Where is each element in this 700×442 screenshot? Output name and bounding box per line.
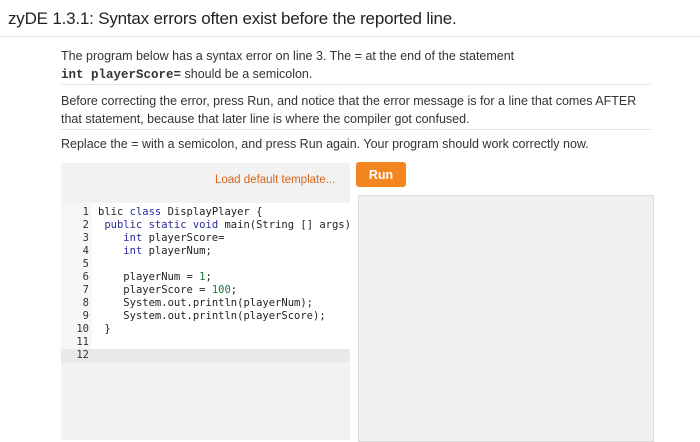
code-line[interactable]: 4 int playerNum; [61, 245, 350, 258]
code-text[interactable]: System.out.println(playerNum); [98, 297, 313, 310]
code-text[interactable]: int playerNum; [98, 245, 212, 258]
code-text[interactable]: int playerScore= [98, 232, 224, 245]
code-text[interactable]: blic class DisplayPlayer { [98, 206, 262, 219]
instructions-line-1: The program below has a syntax error on … [61, 49, 515, 63]
line-number: 4 [82, 245, 89, 257]
divider [61, 84, 651, 85]
code-line[interactable]: 12 [61, 349, 350, 362]
output-panel [358, 195, 654, 442]
divider [61, 129, 651, 130]
code-line[interactable]: 2 public static void main(String [] args… [61, 219, 364, 232]
instructions-paragraph-1: The program below has a syntax error on … [61, 47, 651, 84]
code-line[interactable]: 9 System.out.println(playerScore); [61, 310, 350, 323]
instructions-paragraph-2: Before correcting the error, press Run, … [61, 94, 637, 126]
line-number: 3 [82, 232, 89, 244]
page-title: zyDE 1.3.1: Syntax errors often exist be… [8, 9, 457, 28]
code-text[interactable]: playerNum = 1; [98, 271, 212, 284]
code-line[interactable]: 6 playerNum = 1; [61, 271, 350, 284]
run-button[interactable]: Run [356, 162, 406, 187]
line-number: 8 [82, 297, 89, 309]
line-number: 5 [82, 258, 89, 270]
code-editor-footer [61, 359, 350, 440]
code-line[interactable]: 7 playerScore = 100; [61, 284, 350, 297]
title-divider [0, 36, 700, 37]
code-line[interactable]: 5 [61, 258, 350, 271]
code-text[interactable]: System.out.println(playerScore); [98, 310, 325, 323]
line-number: 9 [82, 310, 89, 322]
instructions-paragraph-3: Replace the = with a semicolon, and pres… [61, 137, 589, 151]
inline-code: int playerScore= [61, 68, 182, 82]
code-line[interactable]: 11 [61, 336, 350, 349]
code-text[interactable]: } [98, 323, 110, 336]
instructions-line-2-suffix: should be a semicolon. [181, 67, 313, 81]
line-number: 6 [82, 271, 89, 283]
code-line[interactable]: 3 int playerScore= [61, 232, 350, 245]
code-line[interactable]: 8 System.out.println(playerNum); [61, 297, 350, 310]
line-number: 1 [82, 206, 89, 218]
line-number: 12 [76, 349, 89, 361]
code-text[interactable]: playerScore = 100; [98, 284, 237, 297]
load-default-template-link[interactable]: Load default template... [215, 174, 335, 186]
line-number: 2 [82, 219, 89, 231]
line-number: 10 [76, 323, 89, 335]
code-line[interactable]: 1 blic class DisplayPlayer { [61, 206, 350, 219]
instructions-line-2: int playerScore= should be a semicolon. [61, 65, 651, 84]
code-line[interactable]: 10 } [61, 323, 350, 336]
line-number: 11 [76, 336, 89, 348]
code-text[interactable]: public static void main(String [] args) … [98, 219, 363, 232]
line-number: 7 [82, 284, 89, 296]
